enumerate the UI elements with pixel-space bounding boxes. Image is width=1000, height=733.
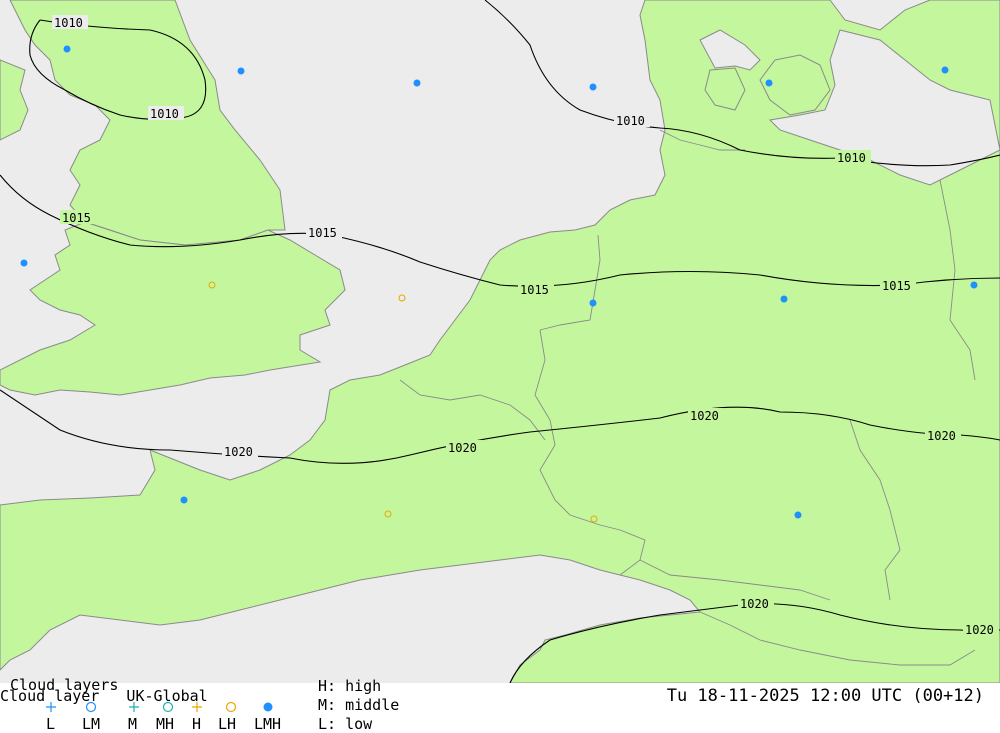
lmh-marker [970,281,978,289]
lh-circle-icon [225,701,237,713]
cloud-layer-map: 1010 1010 1010 1010 1015 1015 1015 1015 … [0,0,1000,683]
lmh-marker [180,496,188,504]
isobar-label-group: 1010 [614,113,650,128]
isobar-label-group: 1010 [835,150,871,165]
isobar-label-group: 1015 [518,282,554,297]
lmh-marker [794,511,802,519]
legend-symbol-label-lm: LM [82,715,101,733]
isobar-label: 1010 [837,151,866,165]
isobar-label: 1010 [54,16,83,30]
legend-key-low: L: low [318,715,373,733]
mh-circle-icon [162,701,174,713]
isobar-label: 1020 [690,409,719,423]
lmh-marker [413,79,421,87]
legend-symbol-label-lmh: LMH [254,715,282,733]
isobar-label-group: 1020 [738,596,774,611]
legend-symbol-label-m: M [128,715,138,733]
lmh-marker [589,299,597,307]
legend-symbol-label-lh: LH [218,715,237,733]
m-plus-icon [129,702,139,712]
isobar-label: 1010 [150,107,179,121]
isobar-label: 1015 [520,283,549,297]
isobar-label: 1015 [308,226,337,240]
legend-key-middle: M: middle [318,696,400,714]
isobar-label-group: 1020 [925,428,961,443]
isobar-label: 1010 [616,114,645,128]
forecast-datetime: Tu 18-11-2025 12:00 UTC (00+12) [666,686,984,706]
lmh-marker [20,259,28,267]
legend-symbols [46,701,273,713]
isobar-label: 1020 [448,441,477,455]
lmh-marker [941,66,949,74]
legend-key-high: H: high [318,677,382,695]
isobar-label-group: 1015 [880,278,916,293]
isobar-label: 1020 [740,597,769,611]
isobar-label-group: 1020 [963,622,999,637]
isobar-label: 1020 [965,623,994,637]
isobar-label: 1020 [224,445,253,459]
isobar-label: 1015 [62,211,91,225]
legend-symbol-label-mh: MH [156,715,175,733]
isobar-label-group: 1020 [222,444,258,459]
isobar-label: 1015 [882,279,911,293]
lmh-marker [780,295,788,303]
isobar-label-group: 1020 [446,440,482,455]
legend-symbol-label-l: L [46,715,56,733]
legend-symbol-label-h: H [192,715,202,733]
lmh-marker [237,67,245,75]
lmh-marker [589,83,597,91]
isobar-label-group: 1015 [60,210,96,225]
h-plus-icon [192,702,202,712]
legend: Cloud layers Cloud layer UK-Global L LM … [0,677,1000,733]
lm-circle-icon [85,701,97,713]
lmh-hexagon-icon [263,702,273,712]
lmh-marker [63,45,71,53]
l-plus-icon [46,702,56,712]
lmh-marker [765,79,773,87]
isobar-label-group: 1015 [306,225,342,240]
isobar-label-group: 1020 [688,408,724,423]
isobar-label-group: 1010 [148,106,184,121]
isobar-label: 1020 [927,429,956,443]
isobar-label-group: 1010 [52,15,88,30]
